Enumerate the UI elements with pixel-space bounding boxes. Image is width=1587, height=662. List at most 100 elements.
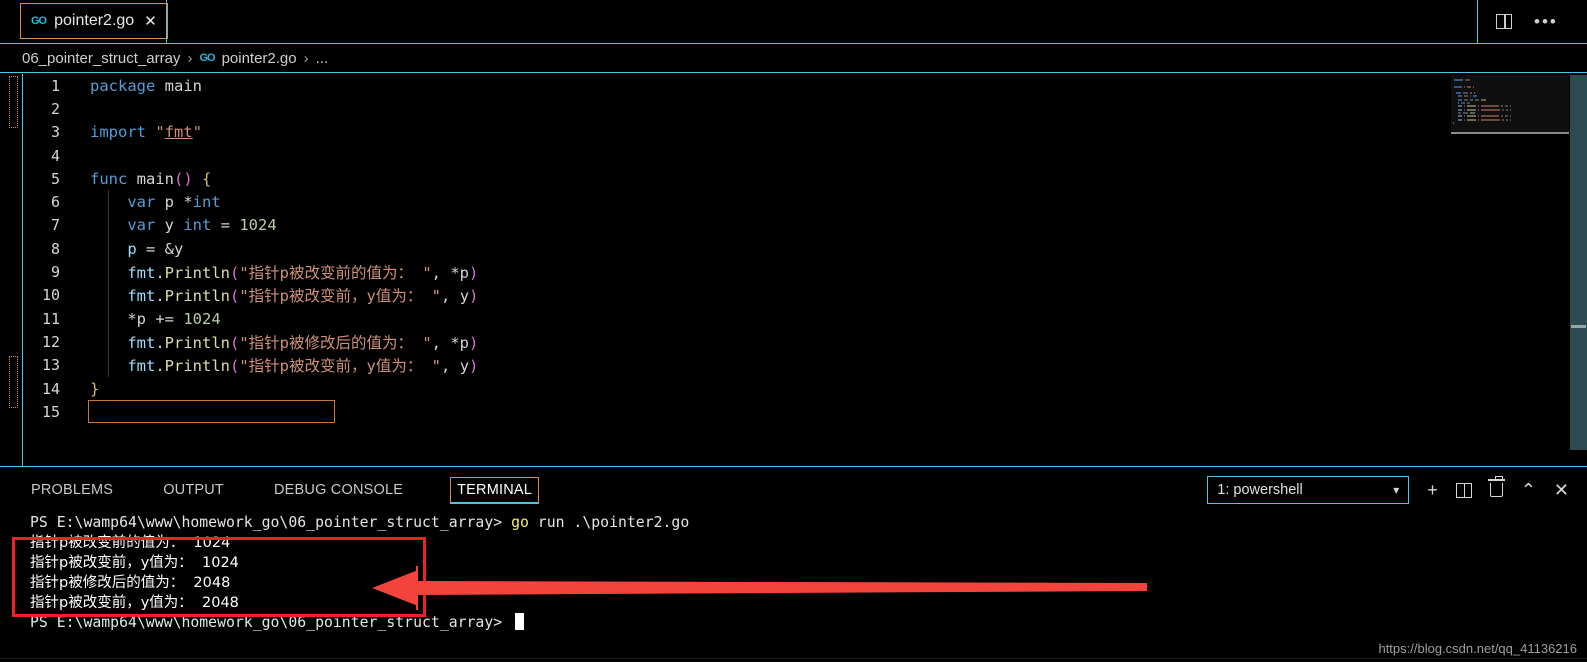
minimap-segment (1501, 118, 1505, 121)
close-panel-icon[interactable]: ✕ (1554, 481, 1569, 499)
line-number: 13 (41, 356, 60, 375)
line-number: 1 (50, 76, 60, 95)
trash-icon[interactable] (1487, 476, 1505, 497)
editor-actions: ••• (1477, 0, 1587, 43)
code-token: . (155, 287, 165, 306)
code-token: fmt (127, 264, 156, 283)
code-line[interactable]: 11 *p += 1024 (0, 306, 478, 331)
breadcrumb-overflow[interactable]: ... (316, 50, 329, 67)
minimap-segment (1458, 108, 1462, 111)
breadcrumb-file[interactable]: pointer2.go (222, 50, 297, 67)
code-line-text: } (72, 380, 99, 398)
code-token: ) (469, 357, 479, 376)
code-line[interactable]: 8 p = &y (0, 237, 478, 261)
code-token: p (127, 239, 137, 258)
indent-guide (108, 353, 109, 377)
minimap-segment (1472, 85, 1474, 88)
minimap-line (1451, 89, 1511, 91)
line-number: 8 (50, 239, 60, 258)
minimap-segment (1477, 105, 1479, 108)
code-line-text: fmt.Println("指针p被改变前，y值为： ", y) (72, 354, 478, 376)
terminal-output-line: 指针p被修改后的值为： 2048 (30, 573, 1587, 593)
code-line[interactable]: 3 import "fmt" (0, 121, 478, 144)
code-editor[interactable]: 1 package main 2 3 import "fmt" 4 5 func main()… (0, 74, 1587, 466)
minimap-segment (1458, 118, 1462, 121)
line-number: 12 (41, 332, 60, 351)
more-actions-icon[interactable]: ••• (1534, 13, 1558, 30)
code-line-text: fmt.Println("指针p被改变前的值为： ", *p) (72, 261, 478, 283)
minimap-segment (1458, 111, 1461, 114)
code-line-text: fmt.Println("指针p被修改后的值为： ", *p) (72, 331, 478, 353)
code-line[interactable]: 9 fmt.Println("指针p被改变前的值为： ", *p) (0, 260, 478, 284)
code-token: ( (230, 357, 240, 376)
minimap-line (1451, 115, 1511, 118)
code-line[interactable]: 10 fmt.Println("指针p被改变前，y值为： ", y) (0, 283, 478, 307)
split-terminal-icon[interactable] (1455, 482, 1472, 498)
code-token: *p (450, 264, 470, 283)
terminal-prompt-path: PS E:\wamp64\www\homework_go\06_pointer_… (30, 614, 512, 631)
minimap-line (1451, 82, 1511, 84)
terminal-selector-dropdown[interactable]: 1: powershell ▾ (1207, 476, 1410, 504)
minimap-segment (1463, 105, 1465, 108)
code-token: int (192, 193, 221, 212)
code-token: Println (164, 357, 230, 376)
code-line[interactable]: 14} (0, 377, 478, 400)
code-line[interactable]: 6 var p *int (0, 190, 478, 214)
minimap-segment (1469, 92, 1472, 95)
minimap-segment (1453, 121, 1455, 124)
terminal-output-text: 指针p被改变前，y值为： 2048 (30, 595, 239, 611)
maximize-panel-icon[interactable]: ⌃ (1521, 481, 1536, 499)
minimap-line (1451, 92, 1511, 95)
minimap-segment (1458, 98, 1462, 101)
code-line[interactable]: 7 var y int = 1024 (0, 213, 478, 238)
code-line[interactable]: 13 fmt.Println("指针p被改变前，y值为： ", y) (0, 353, 478, 377)
code-line[interactable]: 12 fmt.Println("指针p被修改后的值为： ", *p) (0, 330, 478, 354)
minimap-line (1451, 85, 1511, 88)
code-token: ) (469, 287, 479, 306)
editor-tab-pointer2-go[interactable]: GO pointer2.go ✕ (20, 3, 168, 39)
vscode-window: GO pointer2.go ✕ ••• 06_pointer_struct_a… (0, 0, 1587, 662)
terminal-prompt-line: PS E:\wamp64\www\homework_go\06_pointer_… (30, 613, 1587, 633)
editor-vertical-scrollbar[interactable] (1570, 75, 1587, 450)
minimap-segment (1477, 108, 1479, 111)
line-number: 6 (50, 193, 60, 212)
close-icon[interactable]: ✕ (144, 14, 157, 29)
minimap-line (1451, 125, 1511, 127)
code-token: fmt (127, 287, 156, 306)
minimap[interactable] (1451, 75, 1569, 465)
split-editor-icon[interactable] (1496, 14, 1512, 29)
bottom-panel: PROBLEMS OUTPUT DEBUG CONSOLE TERMINAL 1… (0, 466, 1587, 662)
breadcrumb-folder[interactable]: 06_pointer_struct_array (22, 50, 180, 67)
minimap-segment (1477, 115, 1479, 118)
minimap-segment (1481, 108, 1500, 111)
tab-debug-console[interactable]: DEBUG CONSOLE (271, 478, 406, 502)
terminal-output[interactable]: PS E:\wamp64\www\homework_go\06_pointer_… (0, 513, 1587, 662)
minimap-segment (1506, 108, 1508, 111)
minimap-segment (1458, 102, 1460, 105)
code-line[interactable]: 2 (0, 97, 478, 120)
tab-output[interactable]: OUTPUT (160, 478, 227, 502)
code-content[interactable]: 1 package main 2 3 import "fmt" 4 5 func main()… (0, 74, 478, 424)
code-line[interactable]: 5 func main() { (0, 167, 478, 190)
breadcrumb: 06_pointer_struct_array › GO pointer2.go… (0, 43, 1587, 73)
indent-guide (108, 190, 109, 214)
code-token: 1024 (183, 309, 221, 328)
code-line[interactable]: 1 package main (0, 74, 478, 97)
code-line[interactable]: 15 (0, 400, 478, 424)
tab-problems[interactable]: PROBLEMS (28, 478, 116, 502)
code-line[interactable]: 4 (0, 144, 478, 167)
terminal-command-args: run .\pointer2.go (528, 514, 690, 531)
code-line-text: fmt.Println("指针p被改变前，y值为： ", y) (72, 284, 478, 306)
code-token: ) (469, 264, 479, 283)
code-token: Println (164, 333, 230, 352)
code-token: main (164, 76, 202, 95)
new-terminal-icon[interactable]: + (1427, 481, 1438, 499)
tab-terminal[interactable]: TERMINAL (450, 476, 540, 504)
code-token: 1024 (239, 216, 277, 235)
minimap-line (1451, 105, 1511, 108)
code-token: = (211, 216, 240, 235)
minimap-slider-edge (1451, 132, 1569, 134)
code-token: ( (230, 287, 240, 306)
watermark: https://blog.csdn.net/qq_41136216 (1378, 641, 1577, 656)
